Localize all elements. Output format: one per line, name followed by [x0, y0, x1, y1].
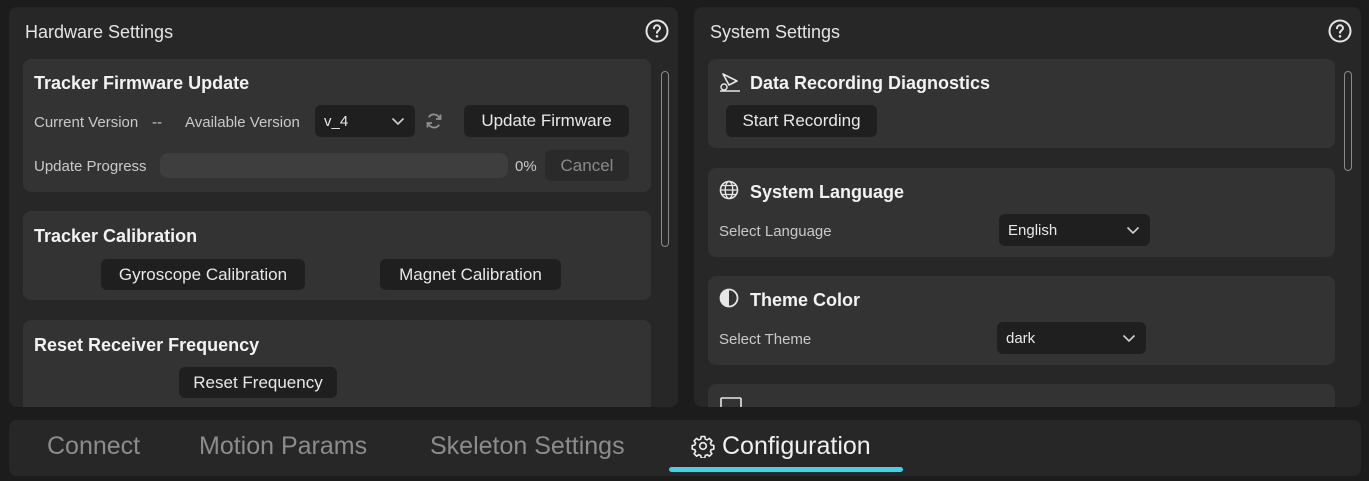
reset-frequency-button[interactable]: Reset Frequency — [179, 367, 337, 398]
update-firmware-button[interactable]: Update Firmware — [464, 105, 629, 137]
theme-color-card: Theme Color Select Theme dark — [708, 276, 1335, 365]
help-icon[interactable] — [1328, 19, 1352, 43]
theme-value: dark — [1006, 330, 1036, 347]
current-version-value: -- — [152, 114, 162, 131]
recording-diagnostics-icon — [720, 73, 740, 92]
system-settings-panel: System Settings Data Recording Diagnosti… — [694, 7, 1361, 407]
data-recording-title: Data Recording Diagnostics — [750, 73, 991, 93]
available-version-label: Available Version — [185, 114, 300, 131]
firmware-update-title: Tracker Firmware Update — [34, 73, 250, 93]
gyroscope-calibration-button[interactable]: Gyroscope Calibration — [101, 259, 305, 290]
tab-skeleton-settings[interactable]: Skeleton Settings — [430, 432, 625, 461]
available-version-value: v_4 — [324, 113, 349, 130]
hardware-settings-panel: Hardware Settings Tracker Firmware Updat… — [9, 7, 678, 407]
chevron-down-icon — [1122, 334, 1136, 343]
language-value: English — [1008, 222, 1058, 239]
cancel-button[interactable]: Cancel — [545, 150, 629, 181]
next-settings-card — [708, 384, 1335, 407]
select-theme-label: Select Theme — [719, 331, 812, 348]
tab-motion-params[interactable]: Motion Params — [199, 432, 367, 461]
chevron-down-icon — [1126, 226, 1140, 235]
reset-frequency-title: Reset Receiver Frequency — [34, 335, 260, 355]
tracker-calibration-card: Tracker Calibration Gyroscope Calibratio… — [23, 211, 651, 300]
magnet-calibration-button[interactable]: Magnet Calibration — [380, 259, 561, 290]
hardware-scrollbar[interactable] — [661, 71, 669, 247]
system-scrollbar[interactable] — [1344, 71, 1352, 171]
select-language-label: Select Language — [719, 223, 832, 240]
update-progress-bar — [160, 153, 508, 178]
active-tab-indicator — [669, 467, 903, 472]
refresh-icon[interactable] — [425, 112, 443, 130]
firmware-update-card: Tracker Firmware Update Current Version … — [23, 59, 651, 192]
help-icon[interactable] — [645, 19, 669, 43]
gear-icon — [691, 435, 715, 458]
reset-frequency-card: Reset Receiver Frequency Reset Frequency — [23, 320, 651, 407]
update-progress-label: Update Progress — [34, 158, 147, 175]
system-language-title: System Language — [750, 182, 905, 202]
current-version-label: Current Version — [34, 114, 139, 131]
contrast-icon — [719, 288, 739, 308]
chevron-down-icon — [391, 117, 405, 126]
theme-color-title: Theme Color — [750, 290, 861, 310]
main-tab-bar: Connect Motion Params Skeleton Settings … — [9, 420, 1361, 476]
start-recording-button[interactable]: Start Recording — [726, 105, 877, 137]
tracker-calibration-title: Tracker Calibration — [34, 226, 198, 246]
system-settings-title: System Settings — [710, 22, 841, 42]
available-version-select[interactable]: v_4 — [315, 105, 415, 137]
settings-card-icon — [720, 397, 742, 407]
tab-configuration-label: Configuration — [722, 432, 871, 460]
language-select[interactable]: English — [999, 214, 1150, 246]
theme-select[interactable]: dark — [997, 322, 1146, 354]
update-progress-percent: 0% — [515, 158, 537, 175]
data-recording-card: Data Recording Diagnostics Start Recordi… — [708, 59, 1335, 148]
globe-icon — [719, 180, 739, 200]
system-language-card: System Language Select Language English — [708, 168, 1335, 257]
hardware-settings-title: Hardware Settings — [25, 22, 174, 42]
tab-connect[interactable]: Connect — [47, 432, 140, 461]
